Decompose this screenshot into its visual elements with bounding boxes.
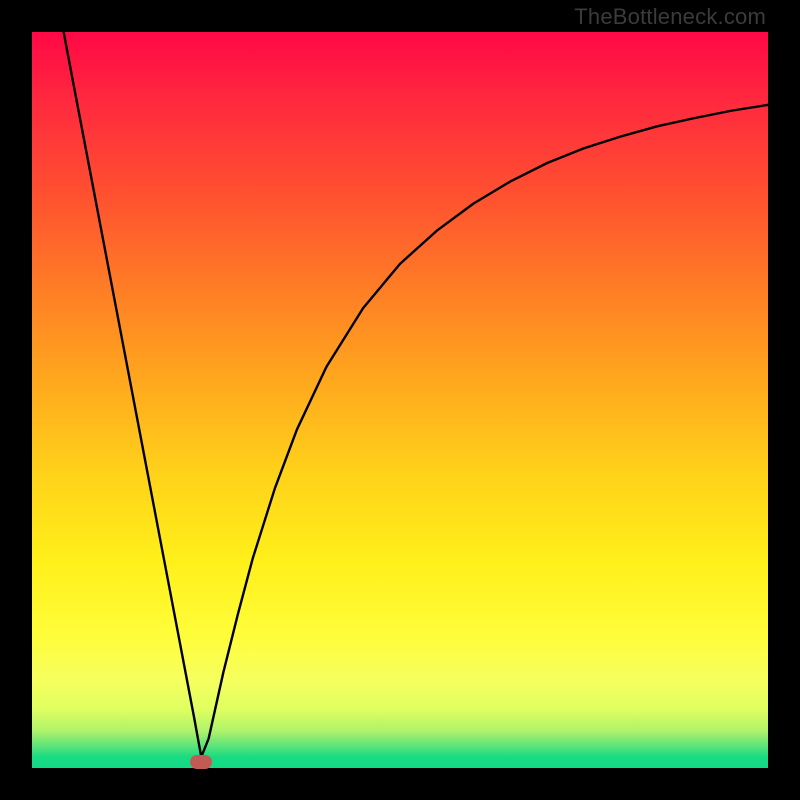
dip-marker — [190, 755, 212, 769]
bottleneck-curve — [64, 32, 768, 757]
plot-area — [32, 32, 768, 768]
curve-svg — [32, 32, 768, 768]
watermark-text: TheBottleneck.com — [574, 4, 766, 30]
chart-frame: TheBottleneck.com — [0, 0, 800, 800]
